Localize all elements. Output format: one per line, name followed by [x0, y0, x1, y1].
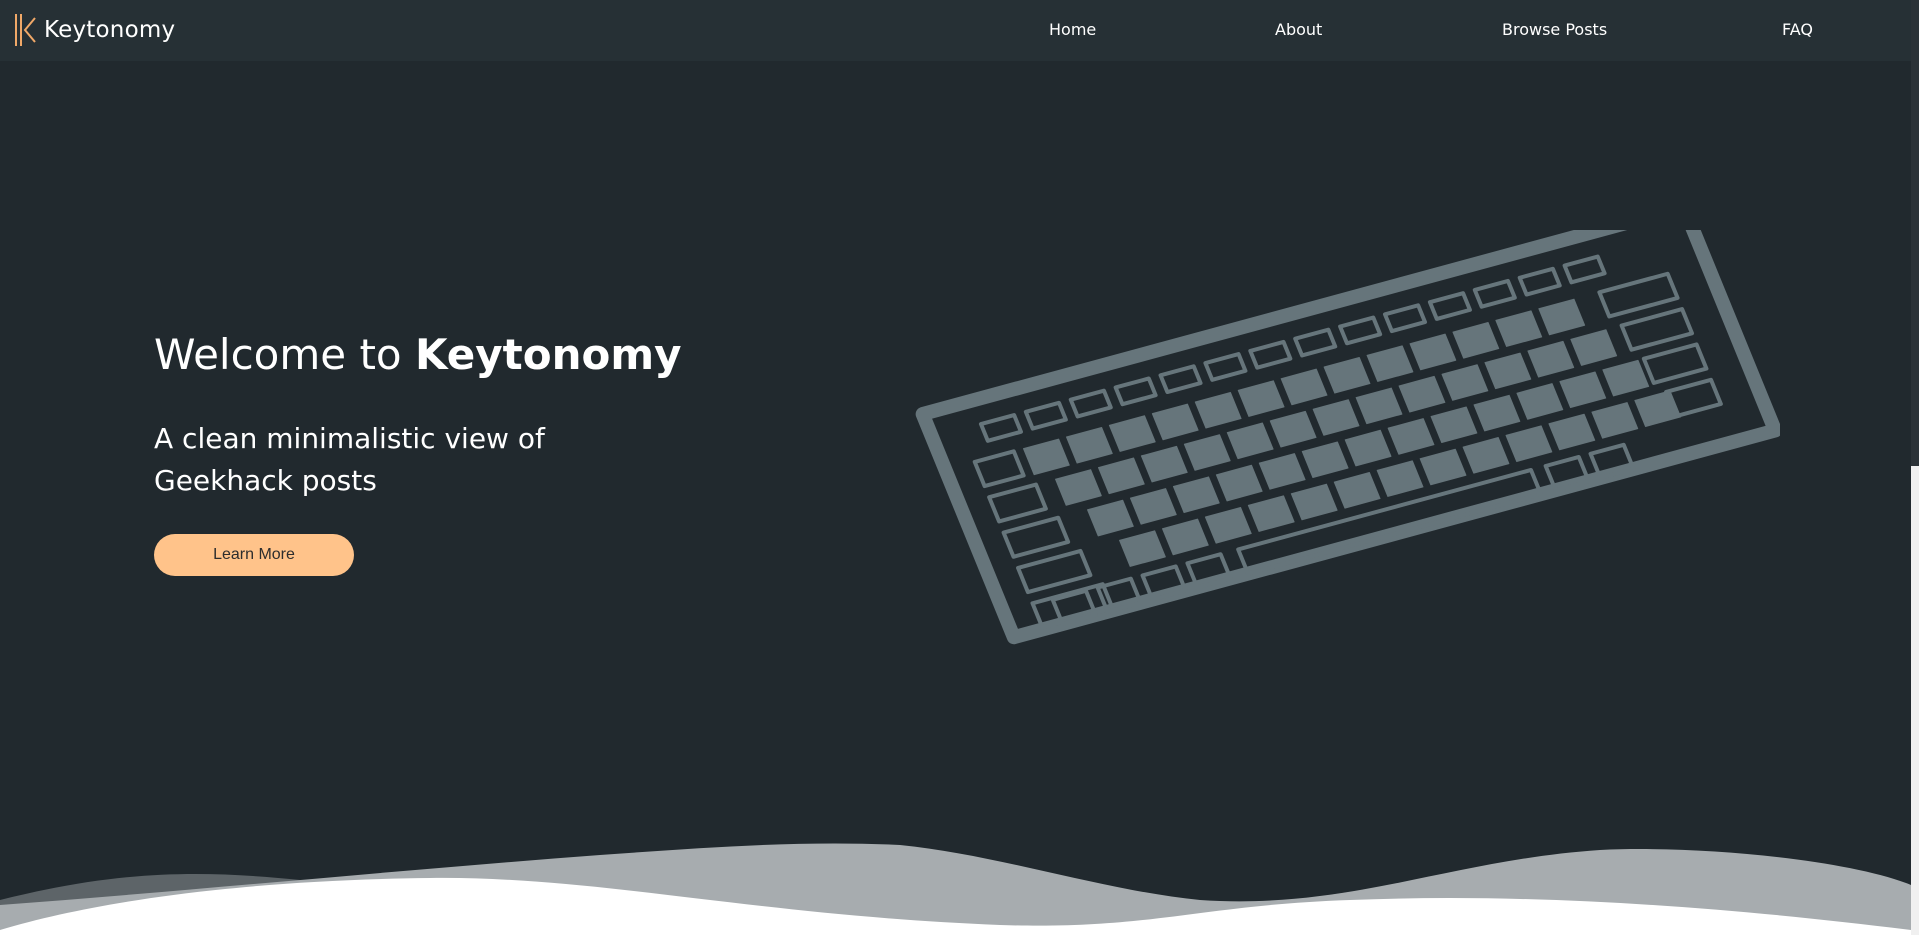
- nav-about-link[interactable]: About: [1275, 20, 1322, 39]
- page-scrollbar[interactable]: [1911, 0, 1919, 935]
- wave-decoration: [0, 843, 1911, 935]
- hero-title-prefix: Welcome to: [154, 330, 415, 379]
- keyboard-illustration-icon: [915, 230, 1780, 645]
- hero-title: Welcome to Keytonomy: [154, 330, 681, 379]
- hero-subtitle: A clean minimalistic view of Geekhack po…: [154, 422, 545, 497]
- brand-link[interactable]: Keytonomy: [14, 13, 175, 47]
- nav-faq-link[interactable]: FAQ: [1782, 20, 1813, 39]
- nav-home-link[interactable]: Home: [1049, 20, 1096, 39]
- nav-browse-posts-link[interactable]: Browse Posts: [1502, 20, 1607, 39]
- brand-name: Keytonomy: [44, 17, 176, 43]
- scrollbar-thumb[interactable]: [1911, 0, 1919, 466]
- learn-more-button[interactable]: Learn More: [154, 534, 354, 576]
- logo-icon: [15, 14, 36, 46]
- top-navbar: Keytonomy Home About Browse Posts FAQ: [0, 0, 1911, 61]
- hero-title-brand: Keytonomy: [414, 330, 682, 379]
